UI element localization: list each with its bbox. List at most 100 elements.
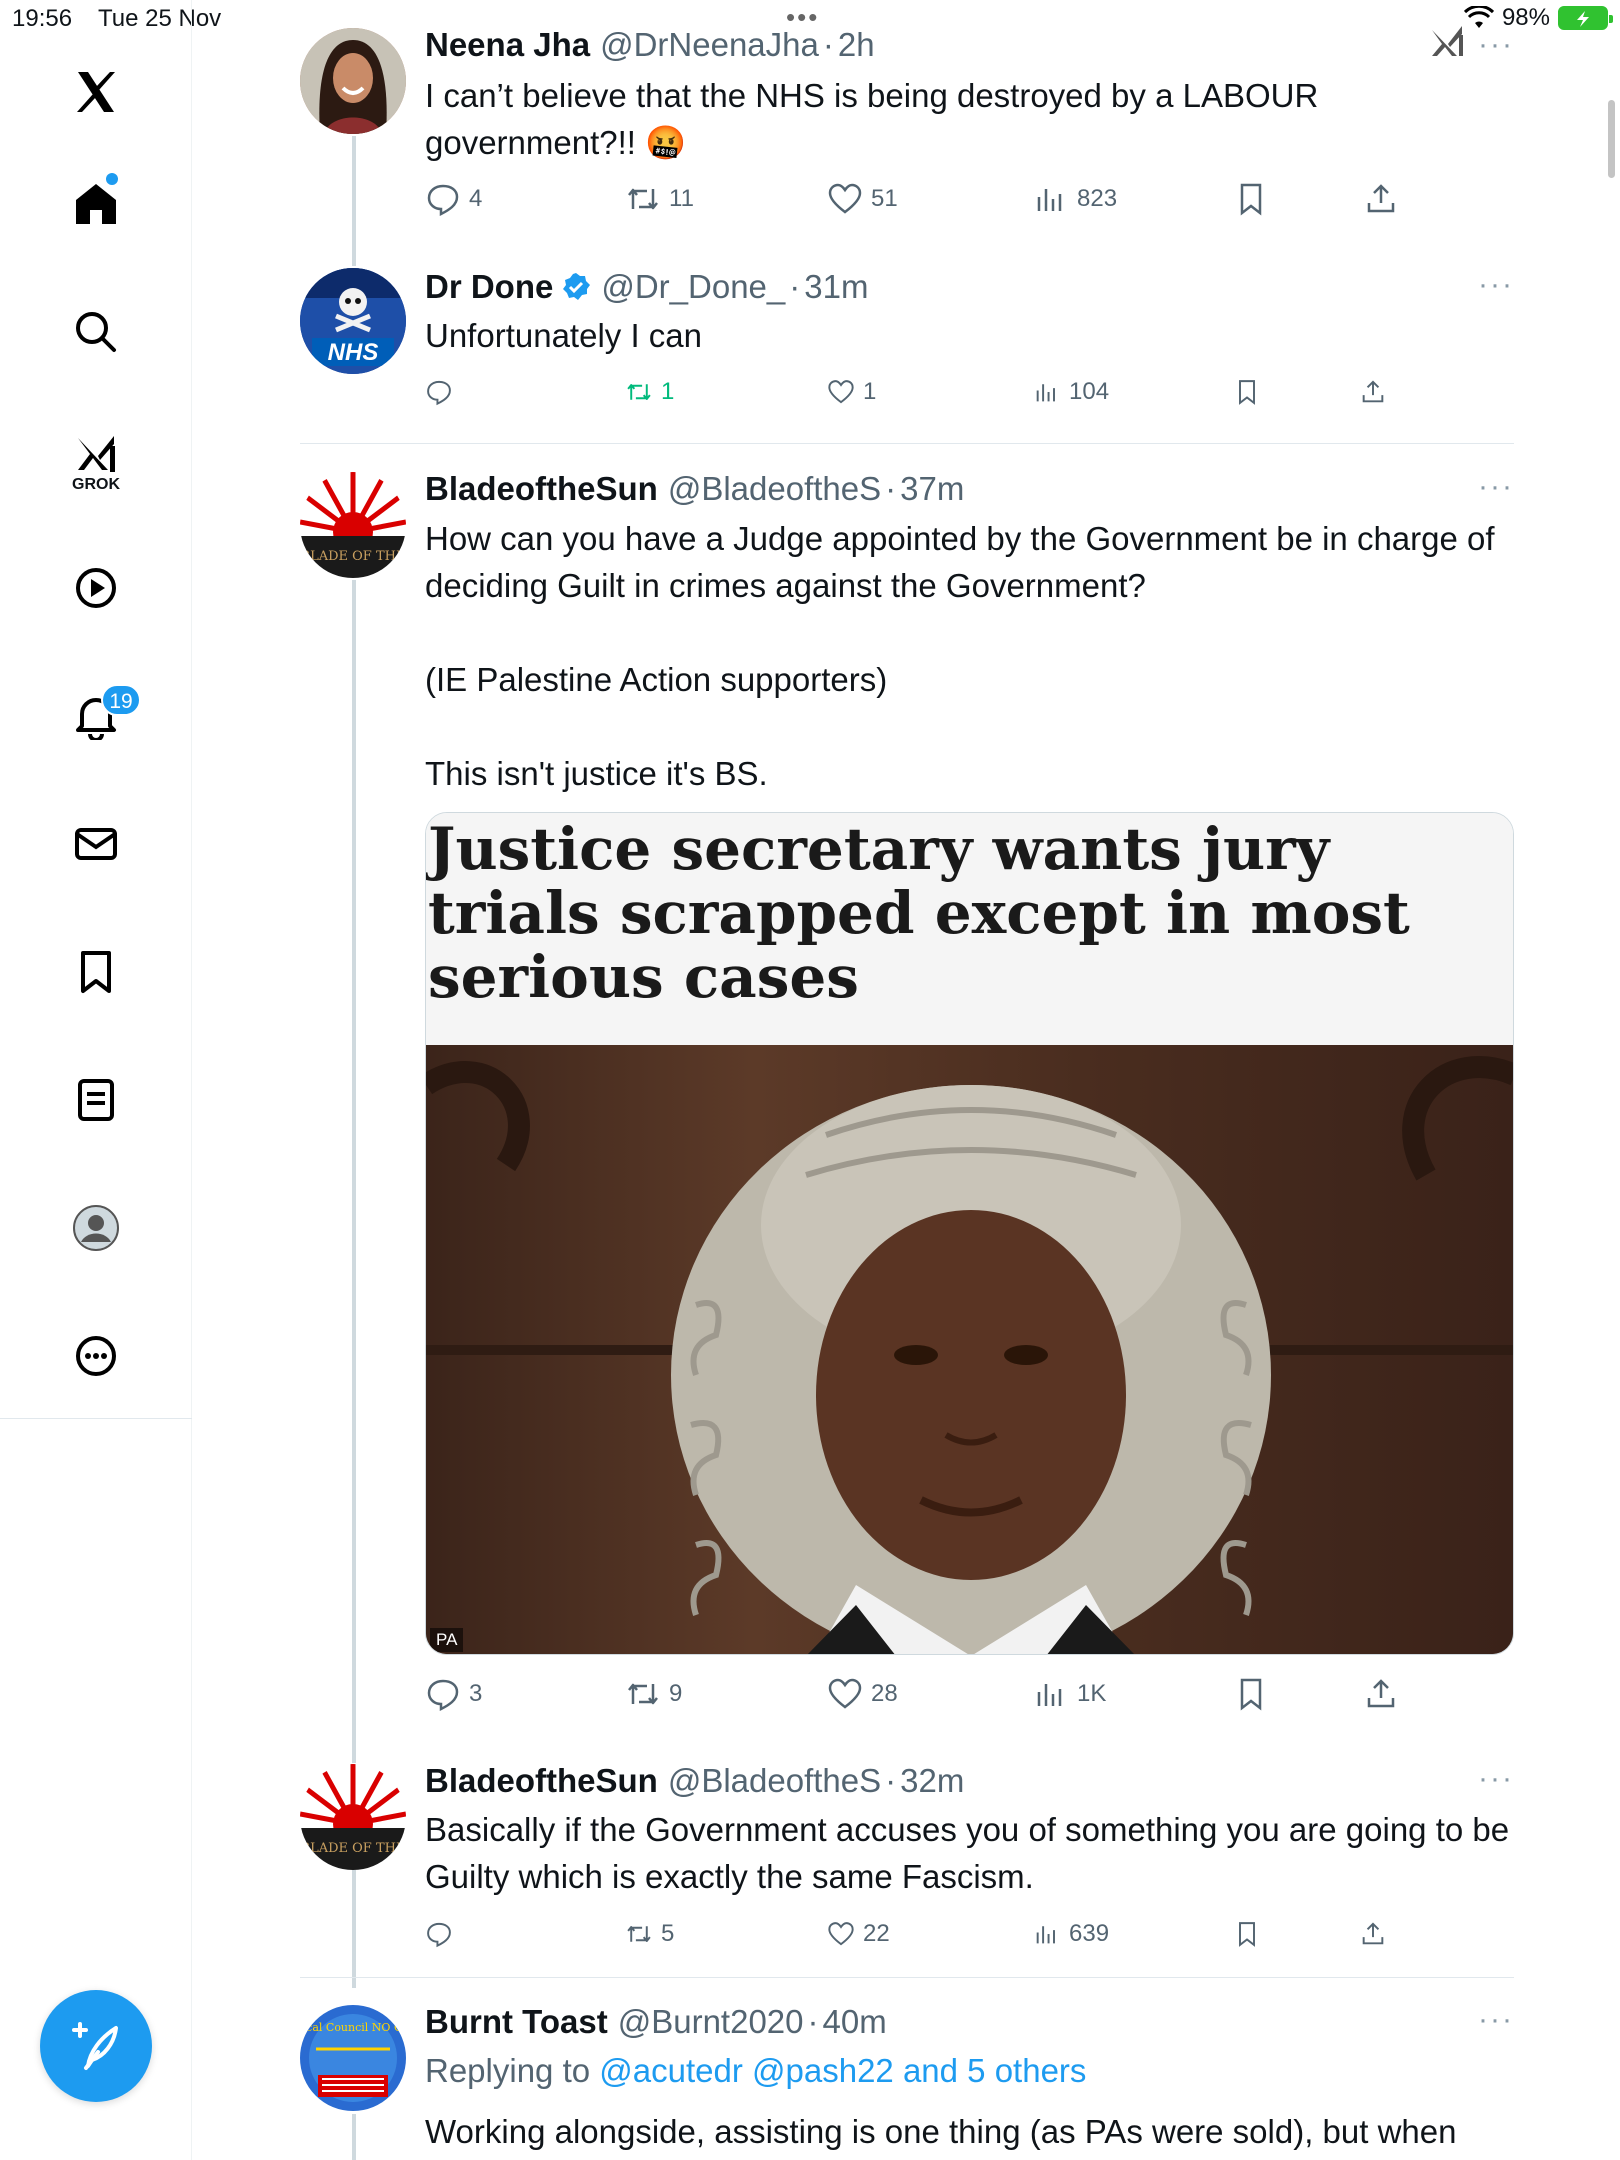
retweet-count: 9 <box>669 1680 683 1707</box>
retweet-icon <box>628 1683 658 1705</box>
tweet-header: BladeoftheSun @BladeoftheS · 37m <box>425 470 964 508</box>
play-icon[interactable] <box>60 552 132 624</box>
views-button[interactable]: 639 <box>1033 1912 1109 1956</box>
author-handle[interactable]: @BladeoftheS <box>668 1762 881 1800</box>
heart-icon <box>828 380 854 404</box>
avatar[interactable]: NHS <box>300 268 406 374</box>
author-handle[interactable]: @Dr_Done_ <box>601 268 785 306</box>
reply-button[interactable] <box>425 1912 453 1956</box>
like-button[interactable]: 28 <box>827 1672 898 1716</box>
retweet-button[interactable]: 5 <box>625 1912 674 1956</box>
thread-line <box>352 580 356 1763</box>
avatar[interactable]: BLADE OF THE <box>300 472 406 578</box>
like-button[interactable]: 22 <box>827 1912 890 1956</box>
retweet-button[interactable]: 11 <box>625 177 694 221</box>
tweet-text: Unfortunately I can <box>425 317 702 354</box>
reply-icon <box>427 1922 451 1948</box>
search-icon[interactable] <box>60 296 132 368</box>
like-count: 1 <box>863 378 877 405</box>
bookmark-button[interactable] <box>1233 1672 1269 1716</box>
author-name[interactable]: BladeoftheSun <box>425 470 658 508</box>
bookmark-button[interactable] <box>1233 177 1269 221</box>
like-button[interactable]: 1 <box>827 370 876 414</box>
battery-icon <box>1558 6 1613 30</box>
tweet-1-more-button[interactable]: ··· <box>1478 268 1514 302</box>
tweet-header: Dr Done @Dr_Done_ · 31m <box>425 268 868 306</box>
bookmark-icon <box>1239 1922 1255 1947</box>
avatar-nhs-logo: NHS <box>328 339 379 366</box>
retweet-button[interactable]: 9 <box>625 1672 682 1716</box>
tweet-2-more-button[interactable]: ··· <box>1478 470 1514 504</box>
link-card[interactable]: Justice secretary wants jury trials scra… <box>425 812 1514 1655</box>
share-button[interactable] <box>1359 370 1387 414</box>
tweet-text: Working alongside, assisting is one thin… <box>425 2113 1457 2150</box>
card-image: PA <box>426 1045 1513 1654</box>
author-name[interactable]: Burnt Toast <box>425 2003 608 2041</box>
tweet-time[interactable]: 37m <box>900 470 964 508</box>
bookmark-button[interactable] <box>1233 370 1261 414</box>
like-button[interactable]: 51 <box>827 177 898 221</box>
tweet-time[interactable]: 32m <box>900 1762 964 1800</box>
views-button[interactable]: 823 <box>1033 177 1117 221</box>
tweet-3-more-button[interactable]: ··· <box>1478 1762 1514 1796</box>
verified-badge-icon <box>563 273 591 300</box>
bookmark-button[interactable] <box>1233 1912 1261 1956</box>
author-name[interactable]: Neena Jha <box>425 26 590 64</box>
tweet-header: Burnt Toast @Burnt2020 · 40m <box>425 2003 887 2041</box>
author-handle[interactable]: @Burnt2020 <box>618 2003 804 2041</box>
retweet-button[interactable]: 1 <box>625 370 674 414</box>
views-button[interactable]: 104 <box>1033 370 1109 414</box>
share-button[interactable] <box>1359 1912 1387 1956</box>
retweet-icon <box>628 188 658 210</box>
tweet-time[interactable]: 2h <box>838 26 875 64</box>
tweet-actions: 5 22 639 <box>425 1912 1425 1956</box>
views-button[interactable]: 1K <box>1033 1672 1106 1716</box>
mail-icon[interactable] <box>60 808 132 880</box>
bookmark-icon[interactable] <box>60 936 132 1008</box>
scrollbar[interactable] <box>1608 100 1615 178</box>
grok-label: GROK <box>72 476 120 493</box>
xai-icon <box>1428 22 1468 67</box>
author-handle[interactable]: @BladeoftheS <box>668 470 881 508</box>
tweet-4-more-button[interactable]: ··· <box>1478 2003 1514 2037</box>
tweet-actions: 4 11 51 823 <box>425 177 1425 221</box>
compose-button[interactable] <box>40 1990 152 2102</box>
share-icon <box>1367 184 1395 213</box>
avatar-blade-text: BLADE OF THE <box>301 1841 406 1856</box>
tweet-0-more-button[interactable]: ··· <box>1478 28 1514 62</box>
profile-icon[interactable] <box>60 1192 132 1264</box>
x-logo-icon[interactable] <box>60 56 132 128</box>
tweet-time[interactable]: 40m <box>823 2003 887 2041</box>
home-icon[interactable] <box>60 168 132 240</box>
sidebar-divider <box>0 1418 192 1419</box>
thread-line <box>352 136 356 266</box>
share-button[interactable] <box>1363 1672 1399 1716</box>
tweet-divider <box>300 443 1514 444</box>
replying-to-links[interactable]: @acutedr @pash22 and 5 others <box>599 2052 1086 2089</box>
reply-button[interactable] <box>425 370 453 414</box>
separator: · <box>885 1762 897 1799</box>
list-icon[interactable] <box>60 1064 132 1136</box>
author-handle[interactable]: @DrNeenaJha <box>600 26 819 64</box>
notification-badge: 19 <box>101 684 141 716</box>
reply-button[interactable]: 3 <box>425 1672 482 1716</box>
replying-to: Replying to @acutedr @pash22 and 5 other… <box>425 2052 1086 2090</box>
reply-button[interactable]: 4 <box>425 177 482 221</box>
views-icon <box>1036 384 1055 402</box>
heart-icon <box>828 1678 862 1709</box>
like-count: 51 <box>871 185 898 212</box>
avatar[interactable] <box>300 28 406 134</box>
tweet-actions: 3 9 28 1K <box>425 1672 1425 1716</box>
avatar[interactable]: General Medical Council NO CONFIDENCE <box>300 2005 406 2111</box>
share-button[interactable] <box>1363 177 1399 221</box>
like-count: 28 <box>871 1680 898 1707</box>
author-name[interactable]: BladeoftheSun <box>425 1762 658 1800</box>
bookmark-icon <box>1240 1678 1262 1711</box>
wifi-icon <box>1463 6 1494 28</box>
avatar[interactable]: BLADE OF THE <box>300 1764 406 1870</box>
author-name[interactable]: Dr Done <box>425 268 553 306</box>
separator: · <box>822 26 834 63</box>
more-icon[interactable] <box>60 1320 132 1392</box>
thread-line <box>352 2114 356 2160</box>
tweet-time[interactable]: 31m <box>804 268 868 306</box>
